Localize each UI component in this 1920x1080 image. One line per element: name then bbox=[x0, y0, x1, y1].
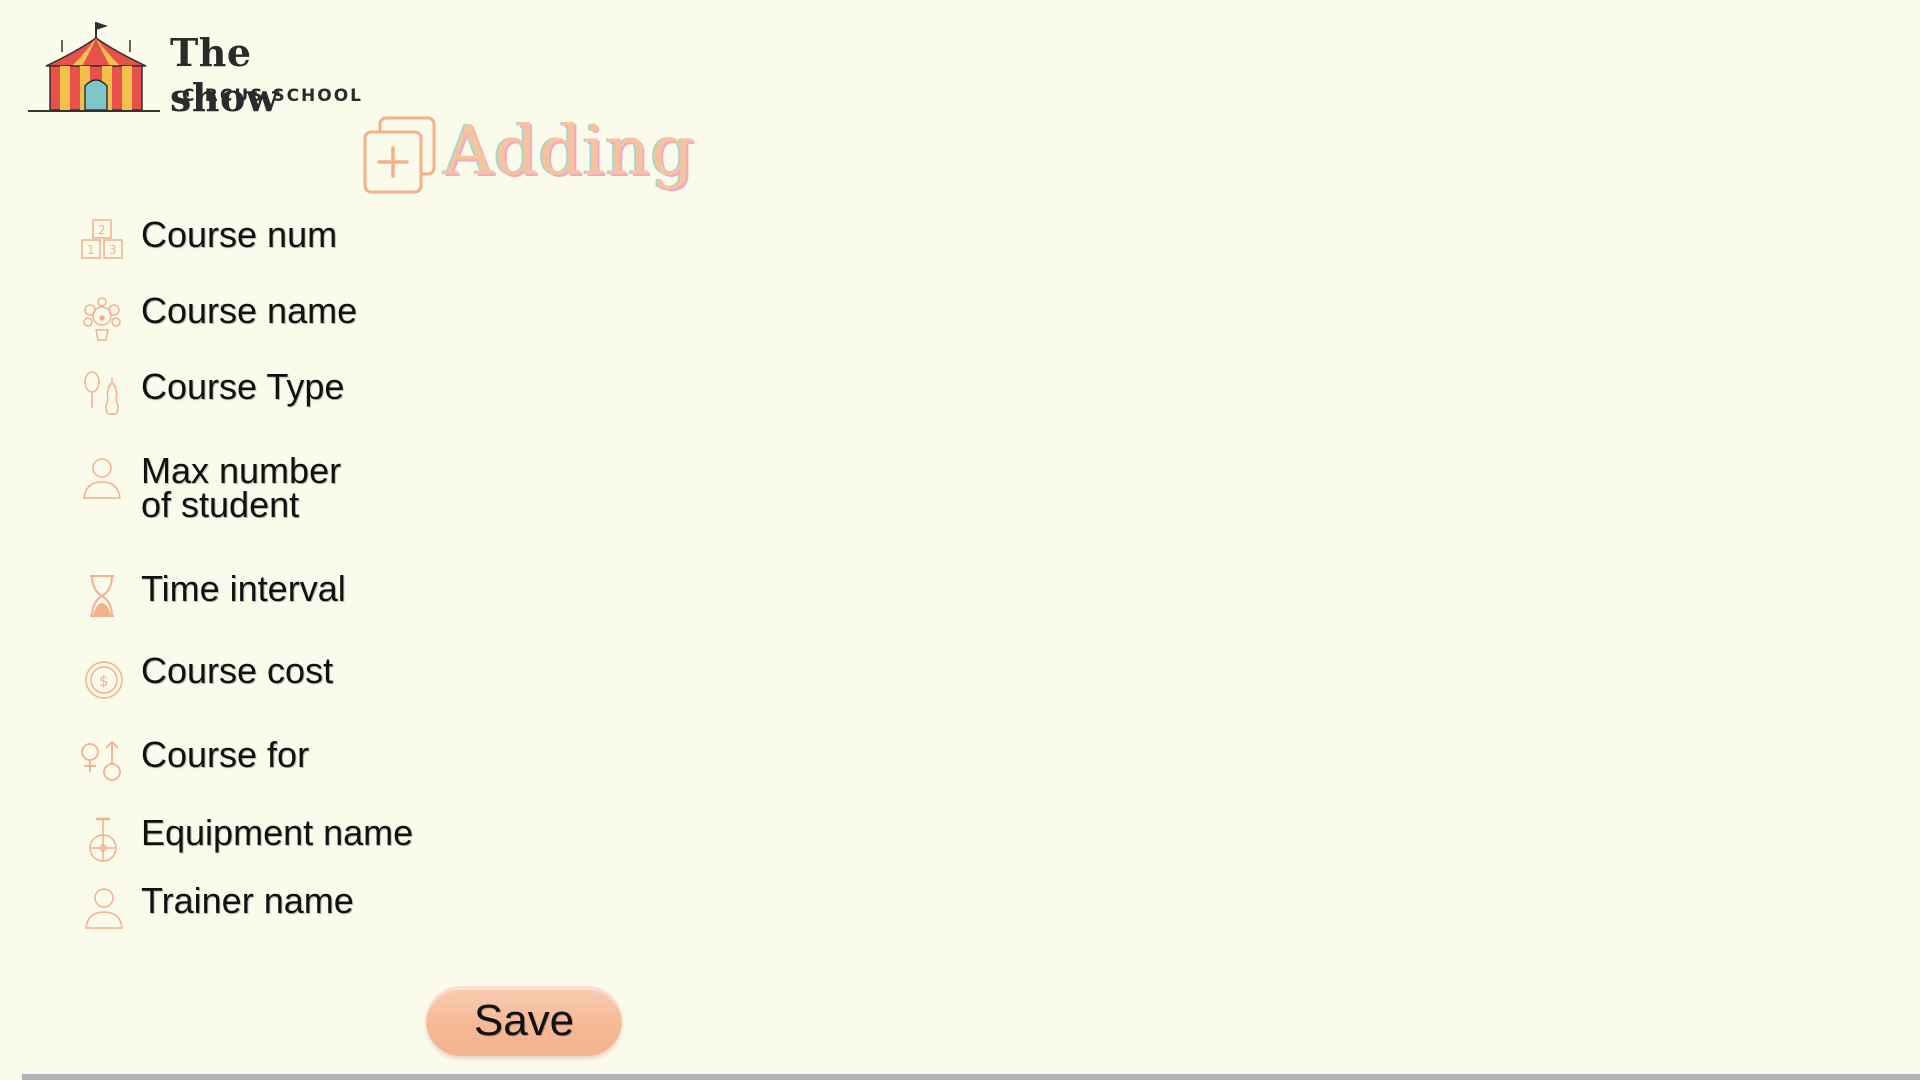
svg-text:1: 1 bbox=[87, 243, 95, 257]
field-label: Max number of student bbox=[141, 450, 342, 525]
page-title: Adding bbox=[444, 112, 696, 191]
field-label: Course num bbox=[141, 214, 338, 255]
circus-tent-icon bbox=[28, 22, 160, 112]
field-equipment-name: Equipment name bbox=[78, 812, 414, 864]
field-label: Course Type bbox=[141, 366, 345, 407]
unicycle-icon bbox=[89, 817, 117, 862]
svg-text:2: 2 bbox=[98, 223, 106, 237]
juggling-pins-icon bbox=[84, 371, 119, 415]
field-label: Course for bbox=[141, 734, 310, 775]
field-label: Course cost bbox=[141, 650, 334, 691]
field-course-type: Course Type bbox=[78, 366, 345, 418]
brand-title: The show bbox=[170, 30, 280, 120]
bottom-divider bbox=[22, 1074, 1920, 1080]
clown-icon bbox=[83, 297, 121, 341]
field-label: Time interval bbox=[141, 568, 346, 609]
brand-logo: The show CIRCUS SCHOOL bbox=[24, 18, 364, 120]
field-course-name: Course name bbox=[78, 290, 358, 342]
field-course-cost: $ Course cost bbox=[78, 650, 334, 702]
dollar-coin-icon: $ bbox=[85, 661, 123, 699]
person-icon bbox=[85, 888, 123, 929]
person-icon bbox=[83, 458, 121, 499]
field-time-interval: Time interval bbox=[78, 568, 346, 620]
brand-subtitle: CIRCUS SCHOOL bbox=[182, 86, 364, 106]
field-label: Trainer name bbox=[141, 880, 354, 921]
field-course-num: 2 1 3 Course num bbox=[78, 214, 338, 266]
hourglass-icon bbox=[90, 575, 114, 617]
field-label: Course name bbox=[141, 290, 358, 331]
number-blocks-icon: 2 1 3 bbox=[81, 219, 123, 259]
svg-text:3: 3 bbox=[109, 243, 117, 257]
field-label: Equipment name bbox=[141, 812, 414, 853]
add-square-icon bbox=[363, 116, 436, 194]
field-max-students: Max number of student bbox=[78, 450, 342, 525]
svg-text:$: $ bbox=[99, 672, 109, 690]
gender-icon bbox=[81, 740, 121, 781]
field-course-for: Course for bbox=[78, 734, 310, 786]
save-button[interactable]: Save bbox=[426, 986, 622, 1056]
field-trainer-name: Trainer name bbox=[78, 880, 354, 932]
